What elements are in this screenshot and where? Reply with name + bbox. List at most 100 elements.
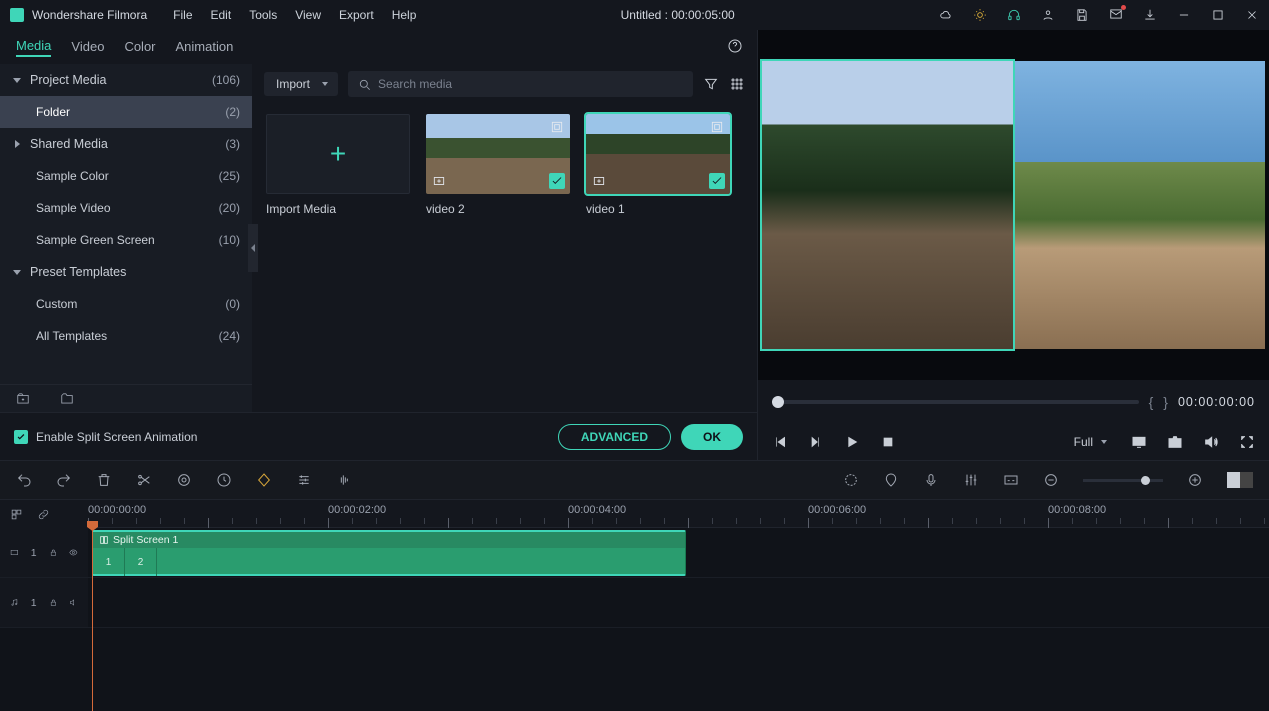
- audio-icon[interactable]: [336, 472, 352, 488]
- visibility-icon[interactable]: [69, 546, 78, 559]
- sidebar-item-all-templates[interactable]: All Templates(24): [0, 320, 252, 352]
- mark-out-icon[interactable]: }: [1163, 394, 1168, 410]
- split-animation-checkbox[interactable]: Enable Split Screen Animation: [14, 430, 197, 444]
- undo-icon[interactable]: [16, 472, 32, 488]
- sidebar-item-project-media[interactable]: Project Media(106): [0, 64, 252, 96]
- timeline-ruler[interactable]: 00:00:00:0000:00:02:0000:00:04:0000:00:0…: [88, 500, 1269, 528]
- redo-icon[interactable]: [56, 472, 72, 488]
- sidebar-item-label: Sample Green Screen: [36, 233, 155, 247]
- tab-color[interactable]: Color: [124, 39, 155, 56]
- prev-frame-icon[interactable]: [772, 434, 788, 450]
- close-icon[interactable]: [1245, 8, 1259, 22]
- lock-icon[interactable]: [49, 546, 58, 559]
- record-icon[interactable]: [923, 472, 939, 488]
- preview-stage[interactable]: [758, 30, 1269, 380]
- fullscreen-icon[interactable]: [1239, 434, 1255, 450]
- preview-scrubber[interactable]: [772, 400, 1139, 404]
- import-media-card[interactable]: +: [266, 114, 410, 194]
- keyframe-icon[interactable]: [256, 472, 272, 488]
- ok-button[interactable]: OK: [681, 424, 743, 450]
- add-to-timeline-icon[interactable]: [431, 173, 447, 189]
- mark-in-icon[interactable]: {: [1149, 394, 1154, 410]
- sidebar-item-preset-templates[interactable]: Preset Templates: [0, 256, 252, 288]
- sidebar-item-label: Shared Media: [30, 137, 108, 151]
- preview-icon[interactable]: [709, 119, 725, 135]
- delete-icon[interactable]: [96, 472, 112, 488]
- mail-icon[interactable]: [1109, 7, 1123, 24]
- sun-icon[interactable]: [973, 8, 987, 22]
- lock-icon[interactable]: [49, 596, 58, 609]
- media-thumb[interactable]: [426, 114, 570, 194]
- import-dropdown[interactable]: Import: [264, 72, 338, 96]
- menu-export[interactable]: Export: [339, 8, 374, 22]
- tab-animation[interactable]: Animation: [176, 39, 234, 56]
- audio-track-number: 1: [31, 597, 37, 609]
- clip-sub-2[interactable]: 2: [125, 548, 157, 576]
- adjust-icon[interactable]: [296, 472, 312, 488]
- help-icon[interactable]: [727, 38, 743, 54]
- grid-view-icon[interactable]: [729, 76, 745, 92]
- new-folder-icon[interactable]: [16, 392, 30, 406]
- zoom-fit-icon[interactable]: [1227, 472, 1253, 488]
- preview-split-right[interactable]: [1015, 61, 1266, 349]
- user-icon[interactable]: [1041, 8, 1055, 22]
- cloud-icon[interactable]: [939, 8, 953, 22]
- zoom-out-icon[interactable]: [1043, 472, 1059, 488]
- chevron-down-icon: [12, 267, 22, 277]
- minimize-icon[interactable]: [1177, 8, 1191, 22]
- maximize-icon[interactable]: [1211, 8, 1225, 22]
- menu-view[interactable]: View: [295, 8, 321, 22]
- stop-icon[interactable]: [880, 434, 896, 450]
- search-input[interactable]: [348, 71, 693, 97]
- tab-video[interactable]: Video: [71, 39, 104, 56]
- zoom-in-icon[interactable]: [1187, 472, 1203, 488]
- zoom-slider[interactable]: [1083, 479, 1163, 482]
- speed-icon[interactable]: [216, 472, 232, 488]
- split-icon[interactable]: [136, 472, 152, 488]
- display-icon[interactable]: [1131, 434, 1147, 450]
- video-track-number: 1: [31, 547, 37, 559]
- volume-icon[interactable]: [1203, 434, 1219, 450]
- menu-edit[interactable]: Edit: [211, 8, 232, 22]
- tab-media[interactable]: Media: [16, 38, 51, 57]
- mixer-icon[interactable]: [963, 472, 979, 488]
- marker-icon[interactable]: [883, 472, 899, 488]
- caption-icon[interactable]: [1003, 472, 1019, 488]
- menu-help[interactable]: Help: [392, 8, 417, 22]
- mute-icon[interactable]: [69, 596, 78, 609]
- crop-icon[interactable]: [176, 472, 192, 488]
- link-icon[interactable]: [37, 508, 50, 521]
- play-forward-icon[interactable]: [808, 434, 824, 450]
- folder-icon[interactable]: [60, 392, 74, 406]
- panel-tabs: Media Video Color Animation: [0, 30, 757, 64]
- render-icon[interactable]: [843, 472, 859, 488]
- sidebar-item-custom[interactable]: Custom(0): [0, 288, 252, 320]
- timeline-options-icon[interactable]: [10, 508, 23, 521]
- preview-split-left[interactable]: [762, 61, 1013, 349]
- playhead[interactable]: [92, 528, 93, 711]
- sidebar-item-sample-green-screen[interactable]: Sample Green Screen (10): [0, 224, 252, 256]
- headphones-icon[interactable]: [1007, 8, 1021, 22]
- sidebar-item-sample-video[interactable]: Sample Video(20): [0, 192, 252, 224]
- media-thumb[interactable]: [586, 114, 730, 194]
- download-icon[interactable]: [1143, 8, 1157, 22]
- preview-icon[interactable]: [549, 119, 565, 135]
- add-to-timeline-icon[interactable]: [591, 173, 607, 189]
- sidebar-item-shared-media[interactable]: Shared Media(3): [0, 128, 252, 160]
- sidebar-item-sample-color[interactable]: Sample Color(25): [0, 160, 252, 192]
- menu-file[interactable]: File: [173, 8, 192, 22]
- sidebar-item-count: (10): [219, 233, 240, 247]
- sidebar-collapse-handle[interactable]: [248, 224, 258, 272]
- filter-icon[interactable]: [703, 76, 719, 92]
- import-media-label: Import Media: [266, 202, 410, 216]
- quality-dropdown[interactable]: Full: [1068, 432, 1111, 452]
- menu-tools[interactable]: Tools: [249, 8, 277, 22]
- clip-sub-1[interactable]: 1: [93, 548, 125, 576]
- snapshot-icon[interactable]: [1167, 434, 1183, 450]
- advanced-button[interactable]: ADVANCED: [558, 424, 671, 450]
- save-icon[interactable]: [1075, 8, 1089, 22]
- timeline-clip[interactable]: Split Screen 1 1 2: [92, 530, 686, 576]
- sidebar-item-label: Sample Color: [36, 169, 109, 183]
- play-icon[interactable]: [844, 434, 860, 450]
- sidebar-item-folder[interactable]: Folder(2): [0, 96, 252, 128]
